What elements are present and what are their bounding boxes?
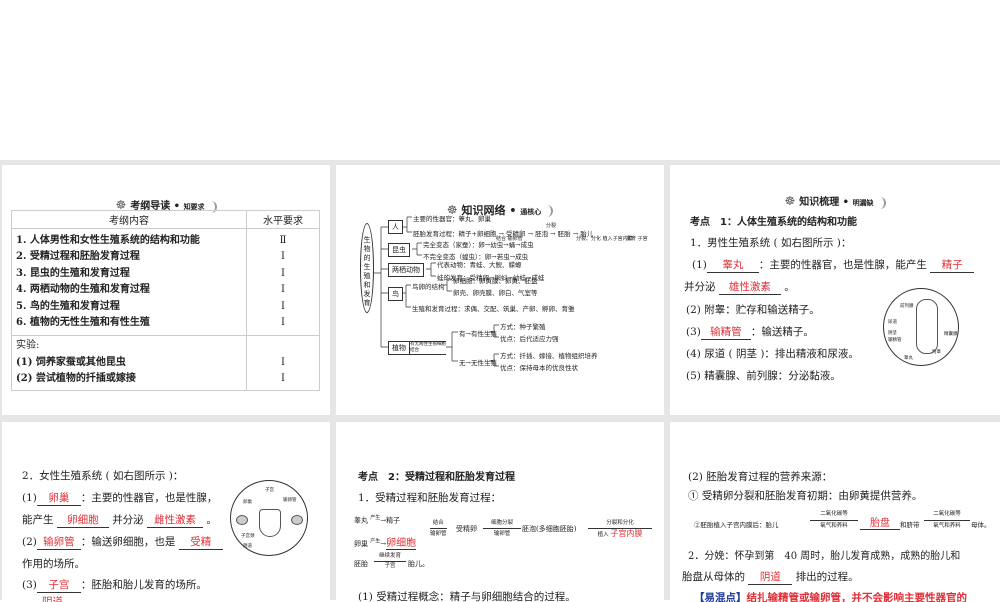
slide-thumbnail-4[interactable]: 2．女性生殖系统 ( 如右图所示 )： (1) 卵巢 ：主要的性器官，也是性腺， 能… — [2, 422, 330, 602]
line-6: 阴道 — [42, 594, 63, 602]
line-5: 胎盘从母体的 阴道 排出的过程。 — [682, 569, 859, 585]
flow-testis: 睾丸 产生→精子 — [354, 515, 401, 525]
answer-blank: 子宫 — [36, 577, 81, 593]
mindmap-text: 分裂、分化 植入子宫内膜 — [576, 236, 633, 242]
mindmap-text: 卵细胞：卵黄膜、卵黄、胚盘 — [453, 277, 538, 285]
point-title: 考点 2：受精过程和胚胎发育过程 — [358, 472, 515, 483]
line-4: (4) 尿道 ( 阴茎 )：排出精液和尿液。 — [686, 348, 859, 360]
slide-thumbnail-3[interactable]: ☸ 知识梳理 • 明漏缺 考点 1：人体生殖系统的结构和功能 1．男性生殖系统 (… — [670, 165, 1000, 415]
subheading: 1．男性生殖系统 ( 如右图所示 )： — [690, 237, 852, 249]
point-title: 考点 1：人体生殖系统的结构和功能 — [690, 217, 857, 228]
line-1: (1) 睾丸 ：主要的性器官，也是性腺，能产生 精子 — [692, 257, 975, 273]
umbilical-text: 和脐带 — [900, 521, 920, 529]
mindmap-text: 优点：保持母本的优良性状 — [500, 364, 578, 372]
slide-grid: ☸ 考纲导读 • 知要求 考纲内容 水平要求 1. 人体男性和女性生殖系统的结构和功… — [0, 160, 1000, 602]
subheading: 1．受精过程和胚胎发育过程： — [358, 492, 502, 504]
male-anatomy-diagram: 前列腺 尿道 阴茎 输精管 精囊腺 附睾 睾丸 — [883, 288, 959, 366]
slide-thumbnail-5[interactable]: 考点 2：受精过程和胚胎发育过程 1．受精过程和胚胎发育过程： 睾丸 产生→精子… — [336, 422, 664, 602]
experiment-level-cell: ⅠⅠ — [246, 335, 320, 391]
line-1: (1) 卵巢 ：主要的性器官，也是性腺， — [22, 490, 218, 506]
node-bird: 鸟 — [388, 287, 403, 301]
col-header-content: 考纲内容 — [11, 210, 247, 229]
mindmap-text: 分裂 — [546, 223, 557, 229]
flow-label: 细胞分裂 输卵管 — [483, 518, 521, 539]
mindmap-text: 有无两性生殖细胞结合 — [410, 341, 446, 355]
content-cell: 1. 人体男性和女性生殖系统的结构和功能 2. 受精过程和胚胎发育过程 3. 昆虫的… — [11, 227, 247, 337]
header-title: 知识梳理 — [799, 197, 840, 208]
answer-blank: 雌性激素 — [147, 512, 204, 528]
mindmap-text: 发育 子宫 — [626, 236, 648, 242]
answer-blank: 输精管 — [700, 324, 751, 340]
answer-blank: 受精 — [178, 534, 223, 550]
line-1: (2) 胚胎发育过程的营养来源： — [688, 471, 833, 483]
flow-ovary: 卵巢 产生→卵细胞 — [354, 538, 417, 550]
line-4: 作用的场所。 — [22, 558, 85, 570]
experiment-cell: 实验: (1) 饲养家蚕或其他昆虫 (2) 尝试植物的扦插或嫁接 — [11, 335, 247, 391]
flow-label: 继续发育 子宫 — [374, 552, 406, 571]
mindmap-text: 主要的性器官：睾丸、卵巢 — [413, 215, 491, 223]
mindmap-text: 完全变态（家蚕）：卵→幼虫→蛹→成虫 — [423, 241, 534, 249]
flow-fetus: 胎儿。 — [408, 560, 429, 568]
slide-thumbnail-1[interactable]: ☸ 考纲导读 • 知要求 考纲内容 水平要求 1. 人体男性和女性生殖系统的结构和功… — [2, 165, 330, 415]
exchange-label: 二氧化碳等 氧气和养料 — [924, 509, 970, 532]
mindmap-text: 生殖和发育过程：求偶、交配、筑巢、产卵、孵卵、育雏 — [412, 305, 575, 313]
flow-label: 结合 输卵管 — [430, 520, 447, 537]
mindmap-text: 代表动物：青蛙、大鲵、蝾螈 — [437, 261, 522, 269]
syllabus-table: 考纲内容 水平要求 1. 人体男性和女性生殖系统的结构和功能 2. 受精过程和胚胎发… — [11, 210, 320, 391]
node-human: 人 — [388, 220, 403, 234]
answer-blank: 精子 — [930, 257, 975, 273]
flow-blastocyst: 胚泡(多细胞胚胎) — [522, 525, 577, 533]
mindmap-text: 优点：后代适应力强 — [500, 335, 559, 343]
mindmap-text: 卵壳、卵壳膜、卵白、气室等 — [453, 289, 538, 297]
section-header: ☸ 知识梳理 • 明漏缺 — [670, 193, 1000, 209]
concept-line: (1) 受精过程概念：精子与卵细胞结合的过程。 — [358, 591, 576, 602]
subheading: 2．女性生殖系统 ( 如右图所示 )： — [22, 470, 184, 482]
line-5: (3) 子宫 ：胚胎和胎儿发育的场所。 — [22, 577, 207, 593]
mindmap-text: 有→有性生殖 — [459, 330, 497, 338]
note-line: 【易混点】结扎输精管或输卵管，并不会影响主要性器官的 — [694, 592, 967, 602]
mother-text: 母体。 — [971, 521, 991, 529]
answer-blank: 阴道 — [42, 596, 63, 602]
flow-embryo: 胚胎 — [354, 560, 368, 568]
line-2: ① 受精卵分裂和胚胎发育初期：由卵黄提供营养。 — [688, 490, 923, 502]
header-subtitle: 明漏缺 — [852, 198, 874, 207]
exchange-label: 二氧化碳等 氧气和养料 — [810, 509, 858, 532]
flow-zygote: 受精卵 — [456, 525, 477, 533]
line-3: (2) 输卵管 ：输送卵细胞，也是 受精 — [22, 534, 223, 550]
slide-thumbnail-6[interactable]: (2) 胚胎发育过程的营养来源： ① 受精卵分裂和胚胎发育初期：由卵黄提供营养。… — [670, 422, 1000, 602]
answer-blank: 卵细胞 — [56, 512, 109, 528]
answer-blank: 输卵管 — [36, 534, 81, 550]
level-cell: ⅡⅠⅠⅠⅠⅠ — [246, 227, 320, 337]
answer-blank: 雄性激素 — [718, 279, 781, 295]
answer-blank: 胎盘 — [860, 514, 900, 530]
col-header-level: 水平要求 — [246, 210, 320, 229]
line-3: ②胚胎植入子宫内膜后：胎儿 — [694, 521, 779, 529]
line-3: (3) 输精管 ：输送精子。 — [686, 324, 814, 340]
female-anatomy-diagram: 子宫 卵巢 输卵管 子宫颈 阴道 — [230, 480, 308, 556]
line-2: 能产生 卵细胞 并分泌 雌性激素 。 — [22, 512, 217, 528]
line-4: 2．分娩：怀孕到第 40 周时，胎儿发育成熟，成熟的胎儿和 — [688, 551, 961, 562]
node-insect: 昆虫 — [388, 243, 410, 257]
answer-blank: 子宫内膜 — [610, 529, 643, 538]
flow-label: 分裂和分化 植入 子宫内膜 — [588, 518, 652, 540]
mindmap-text: 方式：种子繁殖 — [500, 323, 546, 331]
node-plant: 植物 — [388, 341, 410, 355]
mindmap-text: 方式：扦插、嫁接、植物组织培养 — [500, 352, 598, 360]
answer-blank: 卵巢 — [36, 490, 81, 506]
wheel-icon: ☸ — [784, 194, 796, 208]
node-amphibian: 两栖动物 — [388, 263, 424, 277]
mindmap-text: 无→无性生殖 — [459, 359, 497, 367]
answer-blank: 阴道 — [748, 569, 793, 585]
curl-icon — [878, 196, 886, 209]
answer-blank: 卵细胞 — [386, 538, 417, 550]
line-2: (2) 附睾：贮存和输送精子。 — [686, 304, 820, 316]
answer-blank: 睾丸 — [706, 257, 759, 273]
line-5: (5) 精囊腺、前列腺：分泌黏液。 — [686, 370, 841, 382]
answer-placenta: 胎盘 — [860, 514, 900, 530]
mindmap-text: 鸟卵的结构 — [412, 283, 445, 291]
slide-thumbnail-2[interactable]: ☸ 知识网络 • 通核心 生物的生殖和发育 人 昆虫 两栖动物 鸟 植物 主要的性… — [336, 165, 664, 415]
line-1b: 并分泌 雄性激素 。 — [684, 279, 795, 295]
